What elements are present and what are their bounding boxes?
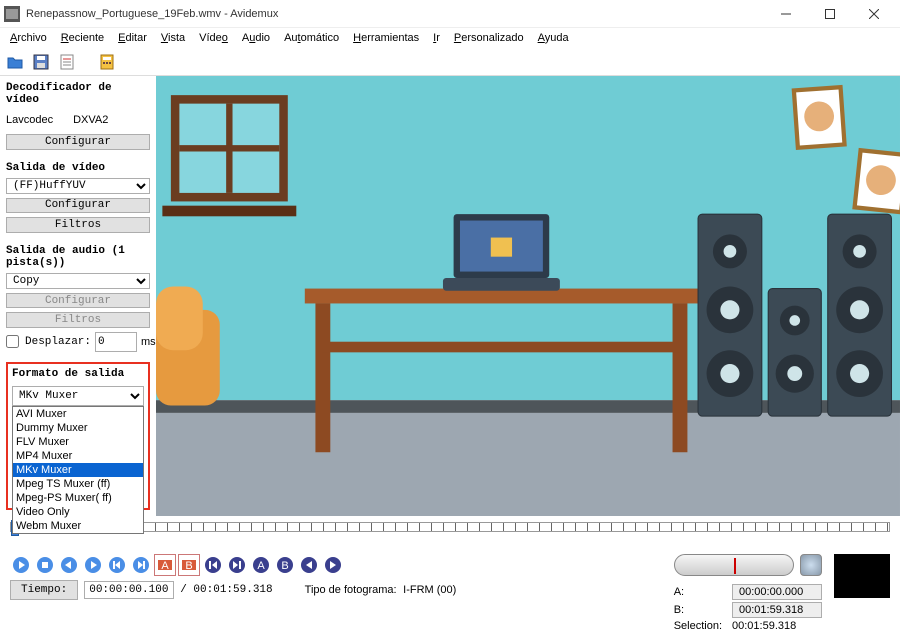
goto-end-button[interactable]	[226, 554, 248, 576]
output-format-select[interactable]: MKv Muxer AVI MuxerDummy MuxerFLV MuxerM…	[12, 386, 144, 406]
menu-ir[interactable]: Ir	[427, 30, 446, 46]
decoder-title: Decodificador de vídeo	[6, 82, 150, 106]
menu-automatico[interactable]: Automático	[278, 30, 345, 46]
svg-text:B: B	[185, 560, 192, 572]
time-input[interactable]	[84, 581, 174, 599]
stop-button[interactable]	[34, 554, 56, 576]
audio-shift-unit: ms	[141, 336, 156, 348]
next-keyframe-button[interactable]	[130, 554, 152, 576]
decoder-configure-button[interactable]: Configurar	[6, 134, 150, 150]
close-button[interactable]	[852, 0, 896, 28]
menu-ayuda[interactable]: Ayuda	[532, 30, 575, 46]
svg-text:A: A	[257, 560, 265, 572]
output-format-option[interactable]: FLV Muxer	[13, 435, 143, 449]
output-format-option[interactable]: Dummy Muxer	[13, 421, 143, 435]
app-icon	[4, 6, 20, 22]
marker-a-value: 00:00:00.000	[732, 584, 822, 600]
menubar: AArchivorchivo Reciente Editar Vista Víd…	[0, 28, 900, 48]
set-marker-b-button[interactable]: B	[178, 554, 200, 576]
maximize-button[interactable]	[808, 0, 852, 28]
menu-personalizado[interactable]: Personalizado	[448, 30, 530, 46]
output-format-title: Formato de salida	[12, 368, 144, 380]
save-button[interactable]	[30, 51, 52, 73]
output-format-option[interactable]: MP4 Muxer	[13, 449, 143, 463]
selection-label: Selection:	[674, 620, 722, 632]
prev-keyframe-button[interactable]	[106, 554, 128, 576]
menu-reciente[interactable]: Reciente	[55, 30, 110, 46]
output-format-option[interactable]: Mpeg TS Muxer (ff)	[13, 477, 143, 491]
set-marker-a-button[interactable]: A	[154, 554, 176, 576]
prev-black-button[interactable]	[298, 554, 320, 576]
next-black-button[interactable]	[322, 554, 344, 576]
video-preview	[156, 76, 900, 516]
video-out-filters-button[interactable]: Filtros	[6, 217, 150, 233]
output-format-option[interactable]: AVI Muxer	[13, 407, 143, 421]
toolbar	[0, 48, 900, 76]
preview-frame	[156, 76, 900, 516]
audio-shift-label: Desplazar:	[25, 336, 91, 348]
goto-marker-b-button[interactable]: B	[274, 554, 296, 576]
minimize-button[interactable]	[764, 0, 808, 28]
jog-wheel[interactable]	[674, 554, 794, 576]
output-format-option[interactable]: MKv Muxer	[13, 463, 143, 477]
svg-text:B: B	[281, 560, 288, 572]
output-format-option[interactable]: Mpeg-PS Muxer( ff)	[13, 491, 143, 505]
audio-shift-row: Desplazar: ms	[6, 332, 150, 352]
goto-marker-a-button[interactable]: A	[250, 554, 272, 576]
prev-frame-button[interactable]	[58, 554, 80, 576]
menu-archivo[interactable]: AArchivorchivo	[4, 30, 53, 46]
open-file-button[interactable]	[4, 51, 26, 73]
audio-shift-input[interactable]	[95, 332, 137, 352]
thumbnail-preview	[834, 554, 890, 598]
output-format-options[interactable]: AVI MuxerDummy MuxerFLV MuxerMP4 MuxerMK…	[12, 406, 144, 534]
marker-a-label: A:	[674, 586, 722, 598]
window-controls	[764, 0, 896, 28]
titlebar: Renepassnow_Portuguese_19Feb.wmv - Avide…	[0, 0, 900, 28]
output-format-option[interactable]: Video Only	[13, 505, 143, 519]
marker-b-label: B:	[674, 604, 722, 616]
audio-out-select[interactable]: Copy	[6, 273, 150, 289]
time-label-button[interactable]: Tiempo:	[10, 580, 78, 600]
menu-vista[interactable]: Vista	[155, 30, 191, 46]
audio-out-configure-button[interactable]: Configurar	[6, 293, 150, 309]
menu-editar[interactable]: Editar	[112, 30, 153, 46]
output-format-panel: Formato de salida MKv Muxer AVI MuxerDum…	[6, 362, 150, 510]
selection-table: A: 00:00:00.000 B: 00:01:59.318 Selectio…	[674, 584, 822, 632]
goto-start-button[interactable]	[202, 554, 224, 576]
audio-out-filters-button[interactable]: Filtros	[6, 312, 150, 328]
svg-text:A: A	[161, 560, 169, 572]
audio-shift-checkbox[interactable]	[6, 335, 19, 348]
video-out-title: Salida de vídeo	[6, 162, 150, 174]
sidebar: Decodificador de vídeo LavcodecDXVA2 Con…	[0, 76, 156, 516]
play-button[interactable]	[10, 554, 32, 576]
menu-video[interactable]: Vídeo	[193, 30, 234, 46]
duration-label: / 00:01:59.318	[180, 584, 272, 596]
info-button[interactable]	[56, 51, 78, 73]
marker-b-value: 00:01:59.318	[732, 602, 822, 618]
calculator-button[interactable]	[96, 51, 118, 73]
selection-value: 00:01:59.318	[732, 620, 822, 632]
video-out-select[interactable]: (FF)HuffYUV	[6, 178, 150, 194]
frame-type-text: Tipo de fotograma: I-FRM (00)	[305, 584, 457, 597]
output-format-option[interactable]: Webm Muxer	[13, 519, 143, 533]
menu-herramientas[interactable]: Herramientas	[347, 30, 425, 46]
menu-audio[interactable]: Audio	[236, 30, 276, 46]
window-title: Renepassnow_Portuguese_19Feb.wmv - Avide…	[26, 8, 764, 20]
transport-controls: A B A B	[10, 554, 456, 576]
next-frame-button[interactable]	[82, 554, 104, 576]
decoder-info: LavcodecDXVA2	[6, 114, 150, 126]
jog-reset-button[interactable]	[800, 554, 822, 576]
audio-out-title: Salida de audio (1 pista(s))	[6, 245, 150, 269]
video-out-configure-button[interactable]: Configurar	[6, 198, 150, 214]
